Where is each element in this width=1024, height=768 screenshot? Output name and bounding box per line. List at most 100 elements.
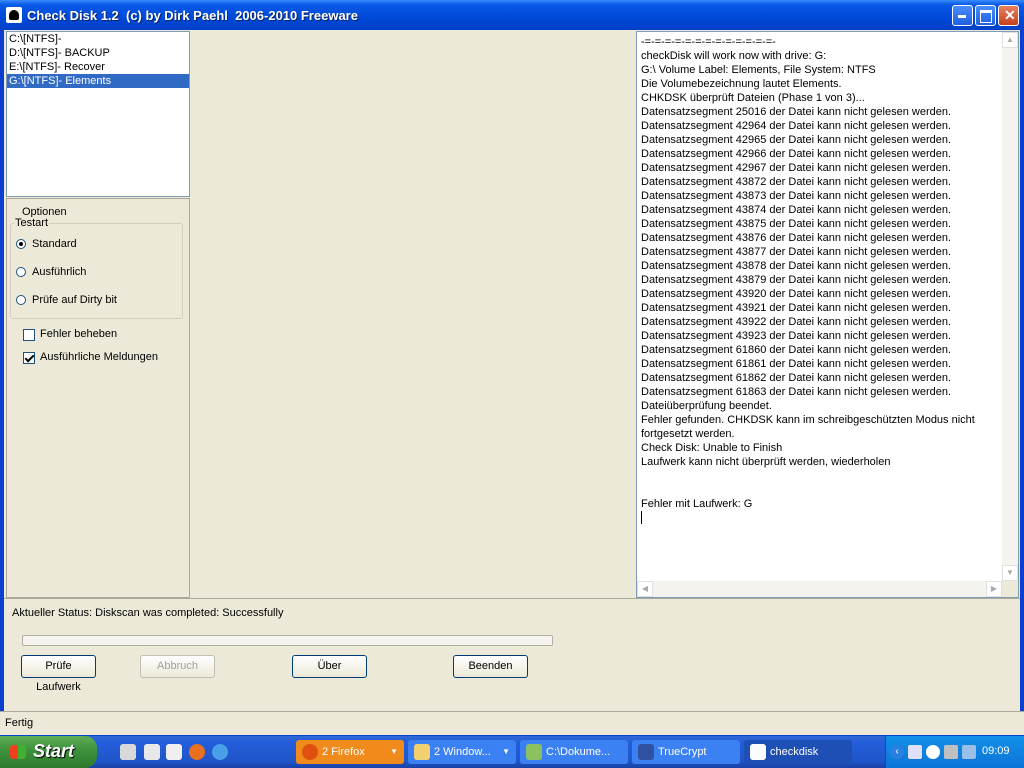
log-line: Datensatzsegment 61861 der Datei kann ni…: [641, 358, 952, 370]
testart-label: Testart: [14, 217, 50, 229]
checkdisk-icon: [750, 744, 766, 760]
log-output[interactable]: -=-=-=-=-=-=-=-=-=-=-=-=-=- checkDisk wil…: [636, 31, 1019, 598]
status-bar: Fertig: [0, 711, 1024, 735]
log-line: Datensatzsegment 25016 der Datei kann ni…: [641, 106, 952, 118]
scroll-down-icon[interactable]: ▼: [1002, 565, 1018, 581]
log-line: Die Volumebezeichnung lautet Elements.: [641, 78, 842, 90]
drive-item[interactable]: C:\[NTFS]-: [7, 32, 189, 46]
log-text: -=-=-=-=-=-=-=-=-=-=-=-=-=- checkDisk wil…: [641, 35, 1001, 528]
app-window: Check Disk 1.2 (c) by Dirk Paehl 2006-20…: [0, 0, 1024, 736]
group-arrow-icon: ▼: [502, 747, 510, 756]
fix-errors-checkbox[interactable]: [23, 329, 35, 341]
log-line: Datensatzsegment 43877 der Datei kann ni…: [641, 246, 952, 258]
log-line: -=-=-=-=-=-=-=-=-=-=-=-=-=-: [641, 36, 776, 48]
quicklaunch-document-icon[interactable]: [120, 744, 136, 760]
log-line: Datensatzsegment 61863 der Datei kann ni…: [641, 386, 952, 398]
clock: 09:09: [982, 745, 1010, 757]
center-panel: [191, 31, 635, 598]
drive-item[interactable]: G:\[NTFS]- Elements: [7, 74, 189, 88]
horizontal-scrollbar[interactable]: ◀ ▶: [637, 581, 1002, 597]
quicklaunch-ie-icon[interactable]: [212, 744, 228, 760]
log-line: Datensatzsegment 43876 der Datei kann ni…: [641, 232, 952, 244]
log-line: Datensatzsegment 43874 der Datei kann ni…: [641, 204, 952, 216]
title-bar[interactable]: Check Disk 1.2 (c) by Dirk Paehl 2006-20…: [0, 0, 1024, 30]
radio-dirty-bit[interactable]: [16, 295, 26, 305]
bottom-panel: Aktueller Status: Diskscan was completed…: [4, 598, 1020, 712]
task-windows-explorer[interactable]: 2 Window... ▼: [408, 740, 516, 764]
quicklaunch-word-icon[interactable]: [144, 744, 160, 760]
tray-app-icon[interactable]: [908, 745, 922, 759]
task-truecrypt[interactable]: TrueCrypt: [632, 740, 740, 764]
system-tray: ‹ 09:09: [885, 736, 1024, 768]
task-dokumente[interactable]: C:\Dokume...: [520, 740, 628, 764]
start-button[interactable]: Start: [0, 736, 97, 768]
log-line: Datensatzsegment 43921 der Datei kann ni…: [641, 302, 952, 314]
app-icon[interactable]: [6, 7, 22, 23]
drive-item[interactable]: D:\[NTFS]- BACKUP: [7, 46, 189, 60]
radio-dirty-bit-label[interactable]: Prüfe auf Dirty bit: [32, 294, 117, 306]
windows-flag-icon: [10, 745, 26, 759]
log-line: Datensatzsegment 42966 der Datei kann ni…: [641, 148, 952, 160]
log-line: Laufwerk kann nicht überprüft werden, wi…: [641, 456, 891, 468]
log-line: checkDisk will work now with drive: G:: [641, 50, 827, 62]
tray-expand-icon[interactable]: ‹: [890, 745, 904, 759]
scroll-up-icon[interactable]: ▲: [1002, 32, 1018, 48]
radio-ausfuehrlich[interactable]: [16, 267, 26, 277]
fix-errors-label[interactable]: Fehler beheben: [40, 328, 117, 340]
log-line: Datensatzsegment 43873 der Datei kann ni…: [641, 190, 952, 202]
log-line: Datensatzsegment 43879 der Datei kann ni…: [641, 274, 952, 286]
log-line: Fehler mit Laufwerk: G: [641, 498, 753, 510]
drive-list[interactable]: C:\[NTFS]- D:\[NTFS]- BACKUP E:\[NTFS]- Re…: [6, 31, 190, 197]
task-firefox[interactable]: 2 Firefox ▼: [296, 740, 404, 764]
quit-button[interactable]: Beenden: [453, 655, 528, 678]
radio-standard-label[interactable]: Standard: [32, 238, 77, 250]
close-button[interactable]: ✕: [998, 5, 1019, 26]
folder-icon: [414, 744, 430, 760]
vertical-scrollbar[interactable]: ▲ ▼: [1002, 32, 1018, 581]
scroll-left-icon[interactable]: ◀: [637, 581, 653, 597]
tray-volume-icon[interactable]: [944, 745, 958, 759]
quicklaunch-file-icon[interactable]: [166, 744, 182, 760]
text-caret: [641, 511, 642, 524]
about-button[interactable]: Über: [292, 655, 367, 678]
group-arrow-icon: ▼: [390, 747, 398, 756]
maximize-button[interactable]: [975, 5, 996, 26]
tray-network-icon[interactable]: [926, 745, 940, 759]
log-line: CHKDSK überprüft Dateien (Phase 1 von 3)…: [641, 92, 865, 104]
log-line: Datensatzsegment 43872 der Datei kann ni…: [641, 176, 952, 188]
status-text: Aktueller Status: Diskscan was completed…: [12, 607, 284, 619]
client-area: C:\[NTFS]- D:\[NTFS]- BACKUP E:\[NTFS]- Re…: [4, 30, 1020, 711]
task-checkdisk[interactable]: checkdisk: [744, 740, 852, 764]
explorer-icon: [526, 744, 542, 760]
status-bar-text: Fertig: [5, 717, 34, 729]
scroll-right-icon[interactable]: ▶: [986, 581, 1002, 597]
minimize-button[interactable]: [952, 5, 973, 26]
drive-item[interactable]: E:\[NTFS]- Recover: [7, 60, 189, 74]
scrollbar-corner: [1002, 581, 1018, 597]
radio-standard[interactable]: [16, 239, 26, 249]
log-line: Check Disk: Unable to Finish: [641, 442, 783, 454]
log-line: Datensatzsegment 43920 der Datei kann ni…: [641, 288, 952, 300]
log-line: Datensatzsegment 42967 der Datei kann ni…: [641, 162, 952, 174]
verbose-messages-label[interactable]: Ausführliche Meldungen: [40, 351, 158, 363]
abort-button[interactable]: Abbruch: [140, 655, 215, 678]
check-drive-button[interactable]: Prüfe Laufwerk: [21, 655, 96, 693]
log-line: Datensatzsegment 43923 der Datei kann ni…: [641, 330, 952, 342]
tray-monitor-icon[interactable]: [962, 745, 976, 759]
progress-bar: [22, 635, 553, 646]
start-label: Start: [33, 741, 75, 761]
verbose-messages-checkbox[interactable]: [23, 352, 35, 364]
log-line: Datensatzsegment 42965 der Datei kann ni…: [641, 134, 952, 146]
log-line: Datensatzsegment 43922 der Datei kann ni…: [641, 316, 952, 328]
log-line: Datensatzsegment 61860 der Datei kann ni…: [641, 344, 952, 356]
truecrypt-icon: [638, 744, 654, 760]
log-line: G:\ Volume Label: Elements, File System:…: [641, 64, 876, 76]
firefox-icon: [302, 744, 318, 760]
log-line: Fehler gefunden. CHKDSK kann im schreibg…: [641, 414, 975, 440]
quicklaunch-firefox-icon[interactable]: [189, 744, 205, 760]
radio-ausfuehrlich-label[interactable]: Ausführlich: [32, 266, 86, 278]
log-line: Datensatzsegment 43875 der Datei kann ni…: [641, 218, 952, 230]
window-title: Check Disk 1.2 (c) by Dirk Paehl 2006-20…: [27, 8, 358, 23]
